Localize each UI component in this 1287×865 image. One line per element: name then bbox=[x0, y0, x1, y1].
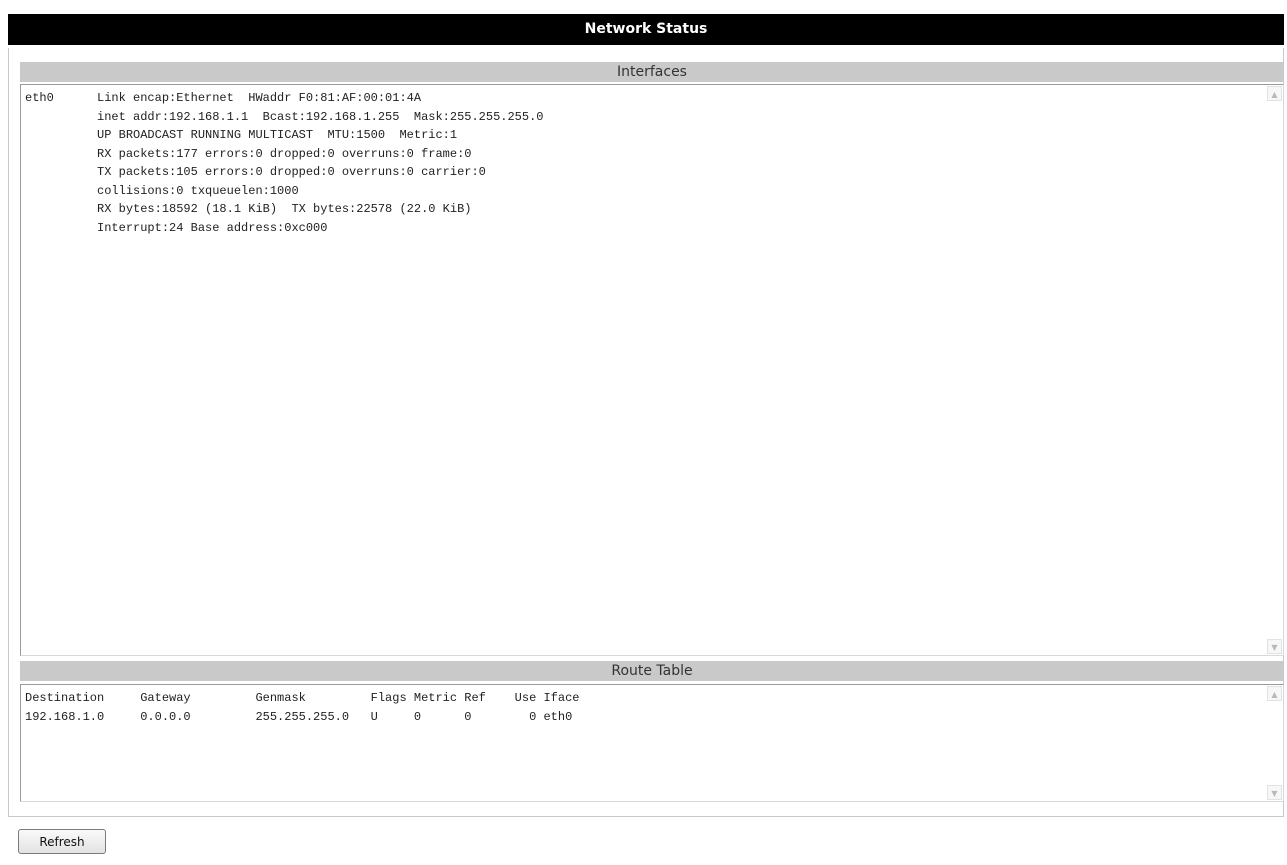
page-title: Network Status bbox=[8, 14, 1284, 45]
route-table-textarea[interactable]: Destination Gateway Genmask Flags Metric… bbox=[20, 684, 1284, 802]
interfaces-textarea[interactable]: eth0 Link encap:Ethernet HWaddr F0:81:AF… bbox=[20, 84, 1284, 656]
scroll-down-icon[interactable]: ▼ bbox=[1267, 785, 1282, 800]
interfaces-output: eth0 Link encap:Ethernet HWaddr F0:81:AF… bbox=[25, 91, 544, 235]
interfaces-scrollbar[interactable]: ▲ ▼ bbox=[1266, 85, 1283, 655]
route-table-output: Destination Gateway Genmask Flags Metric… bbox=[25, 691, 580, 724]
scroll-up-icon[interactable]: ▲ bbox=[1267, 686, 1282, 701]
refresh-button[interactable]: Refresh bbox=[18, 829, 106, 854]
scroll-down-icon[interactable]: ▼ bbox=[1267, 639, 1282, 654]
route-table-header: Route Table bbox=[20, 661, 1284, 681]
route-table-scrollbar[interactable]: ▲ ▼ bbox=[1266, 685, 1283, 801]
network-status-page: Network Status Interfaces eth0 Link enca… bbox=[0, 0, 1287, 865]
scroll-up-icon[interactable]: ▲ bbox=[1267, 86, 1282, 101]
interfaces-header: Interfaces bbox=[20, 62, 1284, 82]
